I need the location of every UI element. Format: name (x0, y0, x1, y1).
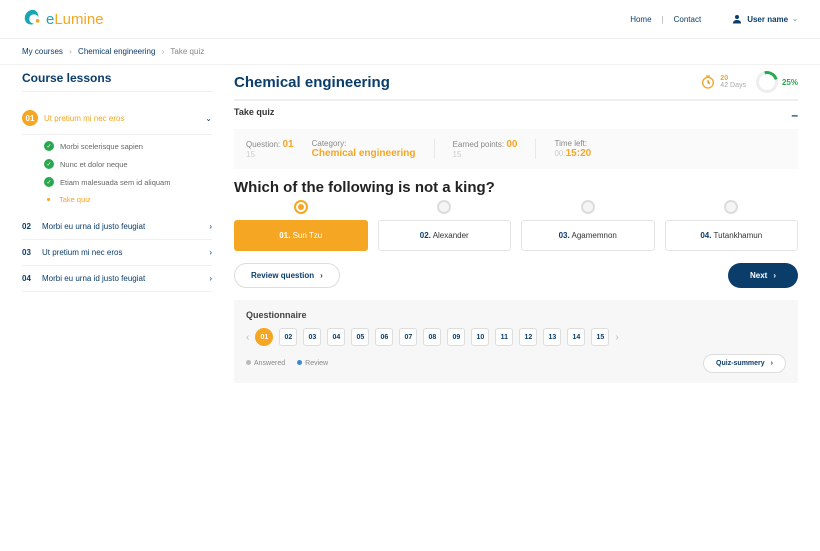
sub-item[interactable]: ✓Nunc et dolor neque (44, 155, 212, 173)
chevron-right-icon: › (771, 360, 773, 367)
crumb-root[interactable]: My courses (22, 47, 63, 56)
qnav-num[interactable]: 12 (519, 328, 537, 346)
review-button[interactable]: Review question› (234, 263, 340, 288)
logo-icon (22, 8, 44, 30)
user-menu[interactable]: User name ⌄ (731, 13, 798, 25)
radio-icon (724, 200, 738, 214)
nav-contact[interactable]: Contact (674, 15, 702, 24)
option-3[interactable]: 03. Agamemnon (521, 200, 655, 251)
lesson-02[interactable]: 02Morbi eu urna id justo feugiat› (22, 214, 212, 240)
next-button[interactable]: Next› (728, 263, 798, 288)
qnav-num[interactable]: 03 (303, 328, 321, 346)
chevron-down-icon: ⌄ (205, 114, 212, 123)
qnav-num[interactable]: 14 (567, 328, 585, 346)
sidebar-title: Course lessons (22, 71, 212, 92)
days-stat: 2042 Days (700, 74, 746, 90)
lesson-01-subs: ✓Morbi scelerisque sapien ✓Nunc et dolor… (44, 137, 212, 208)
collapse-button[interactable]: – (791, 108, 798, 122)
radio-icon (581, 200, 595, 214)
chevron-right-icon: › (209, 222, 212, 231)
sub-item[interactable]: ✓Etiam malesuada sem id aliquam (44, 173, 212, 191)
breadcrumb: My courses › Chemical engineering › Take… (0, 39, 820, 65)
option-4[interactable]: 04. Tutankhamun (665, 200, 799, 251)
progress-ring-icon (752, 67, 782, 97)
legend-dot-answered (246, 360, 251, 365)
crumb-current: Take quiz (170, 47, 204, 56)
progress-stat: 25% (756, 71, 798, 93)
qnav-num[interactable]: 10 (471, 328, 489, 346)
qnav-num[interactable]: 05 (351, 328, 369, 346)
next-page-button[interactable]: › (615, 332, 618, 343)
qnav-num[interactable]: 07 (399, 328, 417, 346)
option-1[interactable]: 01. Sun Tzu (234, 200, 368, 251)
section-title: Take quiz (234, 107, 274, 117)
chevron-right-icon: › (209, 274, 212, 283)
quiz-nav-title: Questionnaire (246, 310, 786, 320)
radio-icon (437, 200, 451, 214)
qnav-num[interactable]: 13 (543, 328, 561, 346)
qnav-num[interactable]: 09 (447, 328, 465, 346)
question-text: Which of the following is not a king? (234, 179, 798, 196)
chevron-right-icon: › (773, 271, 776, 280)
page-title: Chemical engineering (234, 74, 390, 91)
qnav-num[interactable]: 11 (495, 328, 513, 346)
radio-icon (294, 200, 308, 214)
lesson-num: 01 (22, 110, 38, 126)
qnav-num[interactable]: 01 (255, 328, 273, 346)
lesson-03[interactable]: 03Ut pretium mi nec eros› (22, 240, 212, 266)
clock-icon (700, 74, 716, 90)
sidebar: Course lessons 01 Ut pretium mi nec eros… (22, 71, 212, 383)
sub-item-current[interactable]: Take quiz (44, 191, 212, 208)
sub-item[interactable]: ✓Morbi scelerisque sapien (44, 137, 212, 155)
nav-divider: | (662, 15, 664, 24)
chevron-down-icon: ⌄ (792, 15, 798, 23)
quiz-summary-button[interactable]: Quiz-summery› (703, 354, 786, 373)
lesson-04[interactable]: 04Morbi eu urna id justo feugiat› (22, 266, 212, 292)
logo[interactable]: eLumine (22, 8, 104, 30)
logo-text-rest: Lumine (54, 11, 103, 28)
check-icon: ✓ (44, 177, 54, 187)
lesson-label: Ut pretium mi nec eros (44, 114, 199, 123)
quiz-nav: Questionnaire ‹ 01 02 03 04 05 06 07 08 … (234, 300, 798, 383)
chevron-right-icon: › (320, 271, 323, 280)
answer-options: 01. Sun Tzu 02. Alexander 03. Agamemnon … (234, 200, 798, 251)
quiz-meta: Question: 0115 Category:Chemical enginee… (234, 129, 798, 169)
legend-dot-review (297, 360, 302, 365)
nav-home[interactable]: Home (630, 15, 651, 24)
check-icon: ✓ (44, 141, 54, 151)
qnav-num[interactable]: 08 (423, 328, 441, 346)
content: Chemical engineering 2042 Days 25% Take … (234, 71, 798, 383)
top-bar: eLumine Home | Contact User name ⌄ (0, 0, 820, 39)
lesson-01[interactable]: 01 Ut pretium mi nec eros ⌄ (22, 102, 212, 135)
user-icon (731, 13, 743, 25)
chevron-right-icon: › (209, 248, 212, 257)
prev-page-button[interactable]: ‹ (246, 332, 249, 343)
dot-icon (47, 198, 50, 201)
qnav-num[interactable]: 04 (327, 328, 345, 346)
check-icon: ✓ (44, 159, 54, 169)
top-nav: Home | Contact User name ⌄ (630, 13, 798, 25)
qnav-num[interactable]: 06 (375, 328, 393, 346)
option-2[interactable]: 02. Alexander (378, 200, 512, 251)
qnav-num[interactable]: 02 (279, 328, 297, 346)
user-name: User name (747, 15, 788, 24)
crumb-course[interactable]: Chemical engineering (78, 47, 155, 56)
qnav-num[interactable]: 15 (591, 328, 609, 346)
